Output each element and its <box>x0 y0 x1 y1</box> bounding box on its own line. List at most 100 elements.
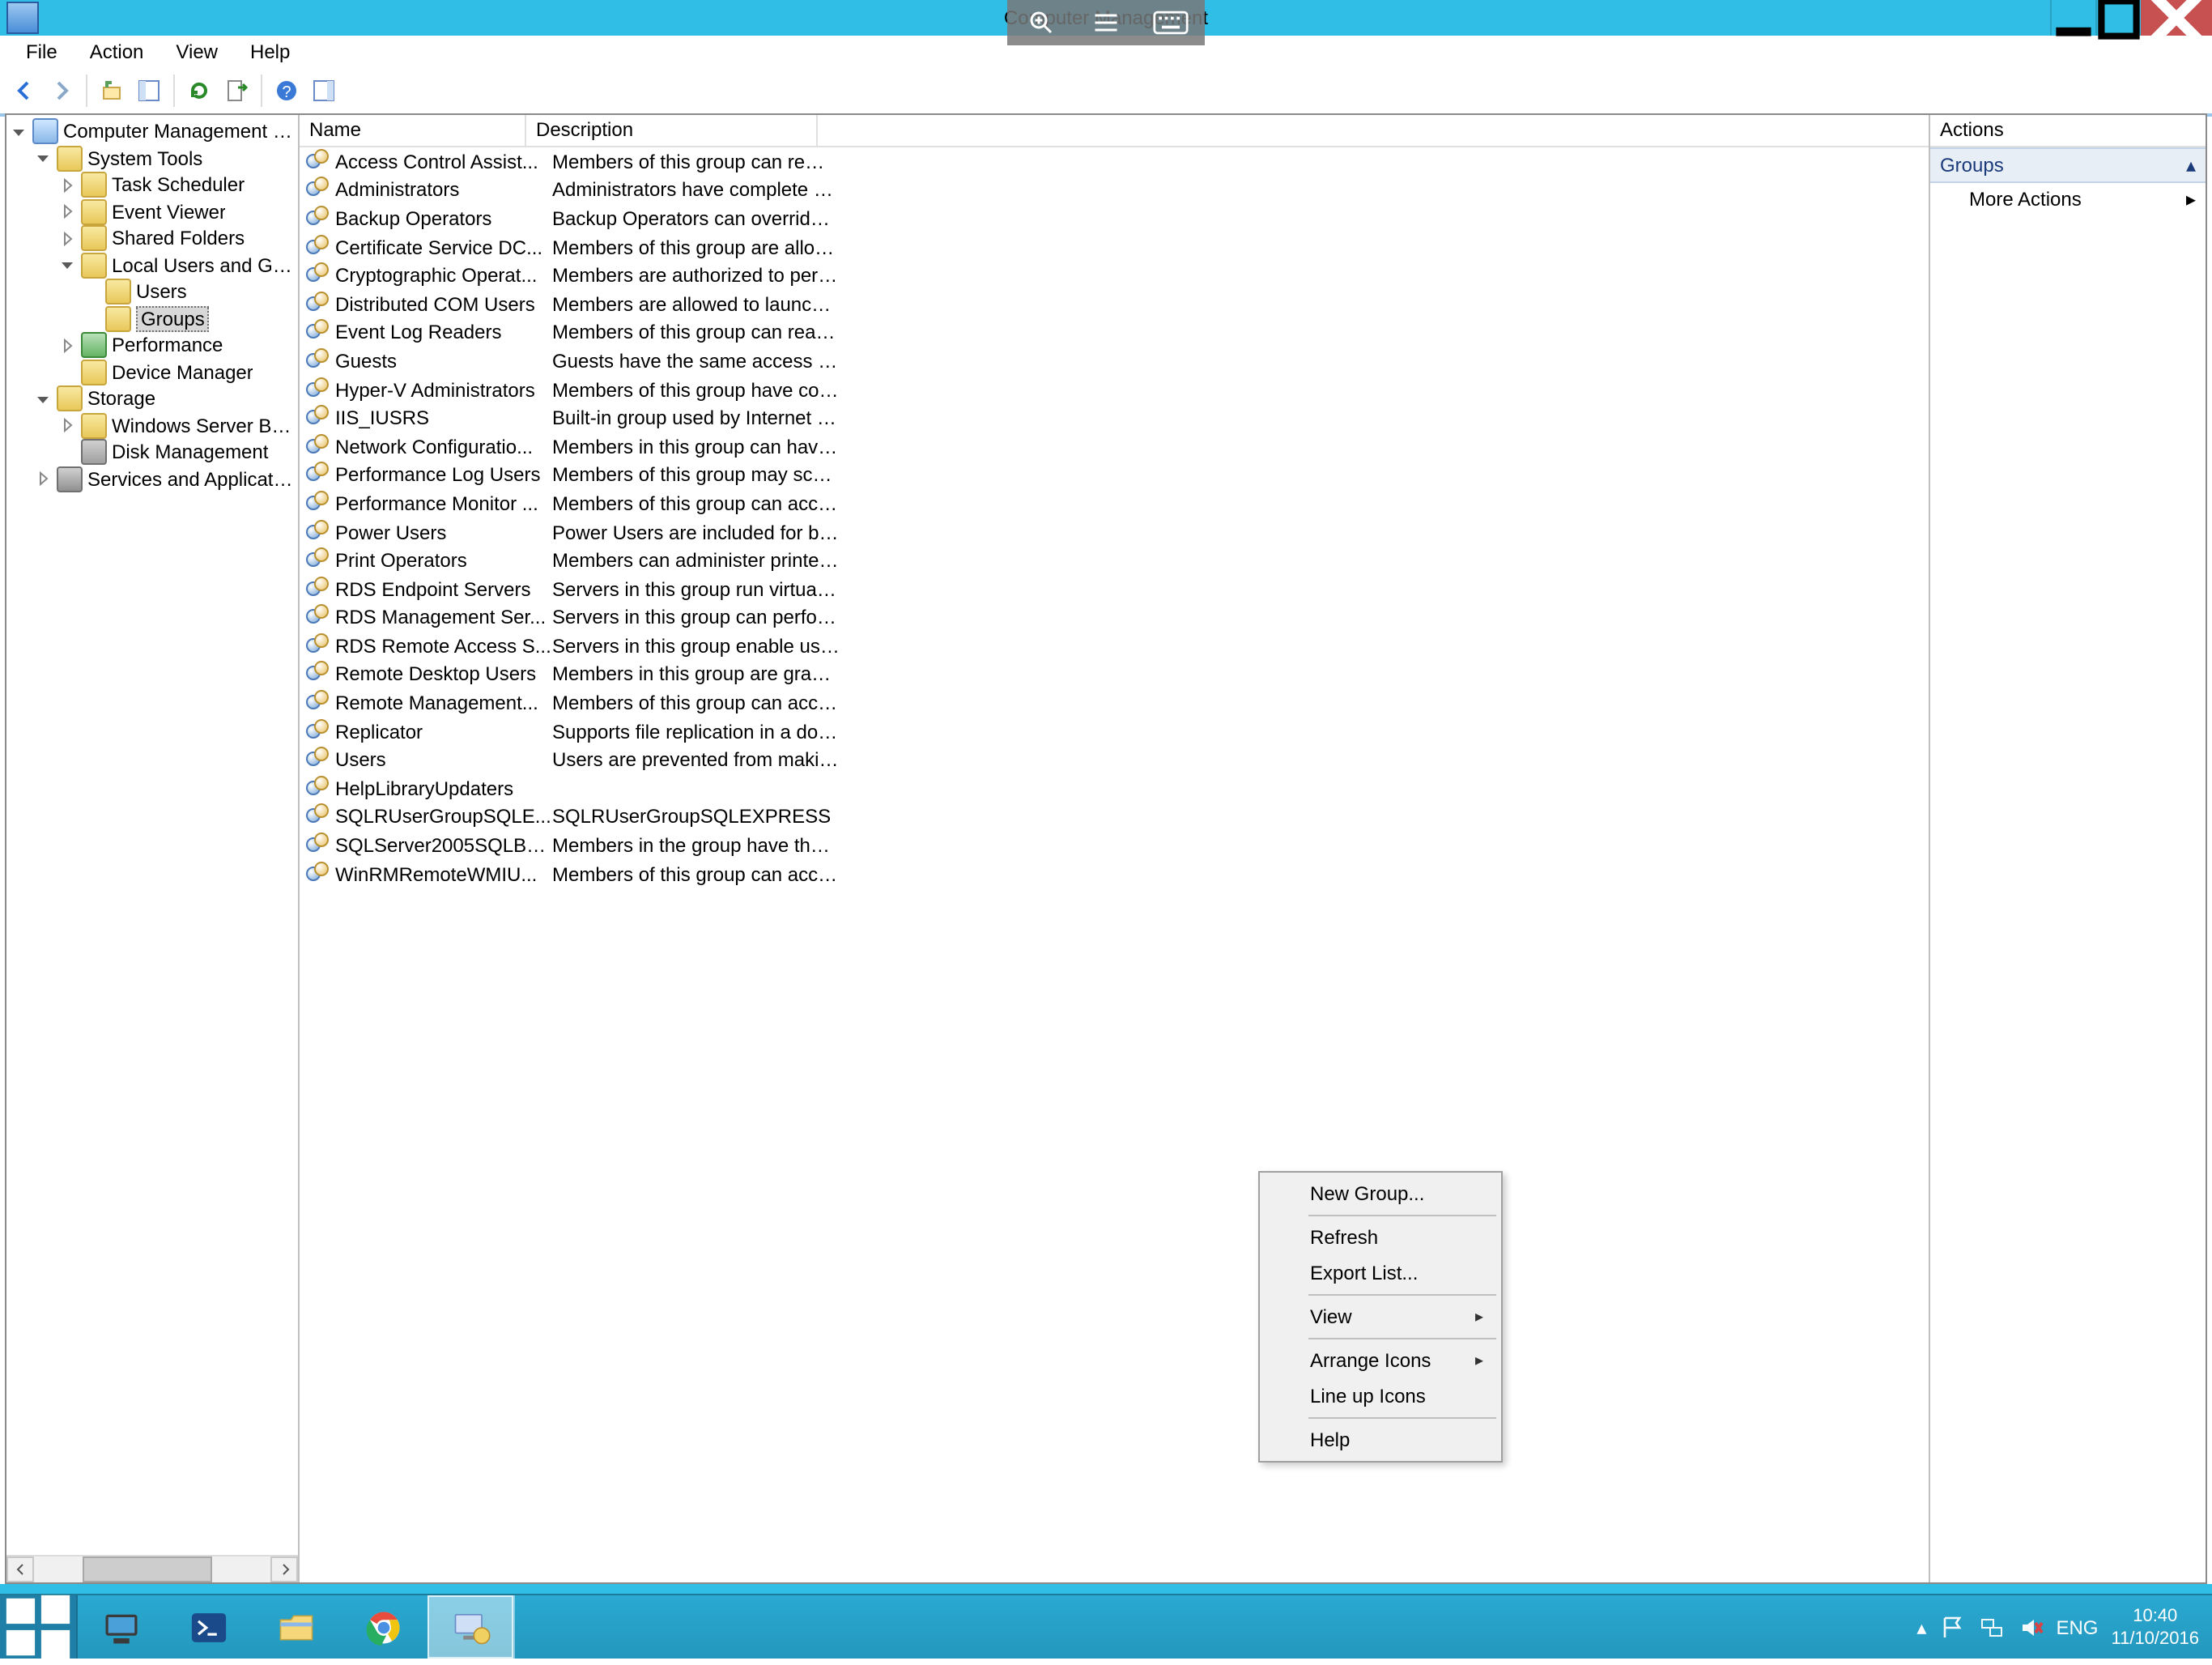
expand-icon[interactable] <box>58 337 76 355</box>
refresh-button[interactable] <box>181 72 217 108</box>
column-header-name[interactable]: Name <box>300 115 526 146</box>
list-row[interactable]: Backup OperatorsBackup Operators can ove… <box>300 204 1929 232</box>
task-powershell[interactable] <box>165 1595 253 1659</box>
tray-clock[interactable]: 10:40 11/10/2016 <box>2112 1604 2203 1650</box>
list-pane[interactable]: Name Description Access Control Assist..… <box>300 115 1930 1582</box>
tree-node[interactable]: Shared Folders <box>6 225 298 252</box>
zoom-icon[interactable] <box>1023 8 1059 37</box>
scroll-track[interactable] <box>34 1556 270 1582</box>
tree-node[interactable]: Task Scheduler <box>6 172 298 198</box>
tree-root[interactable]: Computer Management (Local) <box>6 118 298 145</box>
tree-node[interactable]: Disk Management <box>6 439 298 466</box>
list-row[interactable]: Power UsersPower Users are included for … <box>300 517 1929 546</box>
list-row[interactable]: Performance Monitor ...Members of this g… <box>300 489 1929 517</box>
show-hide-tree-button[interactable] <box>131 72 167 108</box>
system-tray[interactable]: ▴ ENG 10:40 11/10/2016 <box>1907 1595 2212 1659</box>
context-menu-item[interactable]: Export List... <box>1263 1255 1498 1291</box>
tree-node[interactable]: Services and Applications <box>6 466 298 492</box>
expand-icon[interactable] <box>58 203 76 221</box>
forward-button[interactable] <box>44 72 79 108</box>
tree-node[interactable]: Performance <box>6 332 298 359</box>
list-body[interactable]: Access Control Assist...Members of this … <box>300 147 1929 1582</box>
list-row[interactable]: SQLServer2005SQLBro...Members in the gro… <box>300 832 1929 860</box>
collapse-icon[interactable] <box>34 390 52 408</box>
list-row[interactable]: Event Log ReadersMembers of this group c… <box>300 318 1929 347</box>
minimize-button[interactable] <box>2050 0 2095 36</box>
network-icon[interactable] <box>1978 1614 2004 1640</box>
flag-icon[interactable] <box>1939 1614 1965 1640</box>
menu-file[interactable]: File <box>10 36 74 66</box>
list-row[interactable]: Remote Management...Members of this grou… <box>300 689 1929 718</box>
menu-action[interactable]: Action <box>74 36 160 66</box>
tree-node[interactable]: Groups <box>6 305 298 332</box>
tree-node[interactable]: Windows Server Backup <box>6 412 298 439</box>
menu-icon[interactable] <box>1088 8 1124 37</box>
tree-node[interactable]: Users <box>6 279 298 305</box>
help-button[interactable]: ? <box>269 72 304 108</box>
menu-view[interactable]: View <box>160 36 234 66</box>
list-row[interactable]: RDS Management Ser...Servers in this gro… <box>300 603 1929 632</box>
list-row[interactable]: Print OperatorsMembers can administer pr… <box>300 547 1929 575</box>
scroll-left-button[interactable] <box>6 1556 34 1582</box>
collapse-icon[interactable] <box>10 123 28 141</box>
export-button[interactable] <box>219 72 254 108</box>
expand-icon[interactable] <box>58 230 76 248</box>
collapse-icon[interactable] <box>34 150 52 168</box>
list-row[interactable]: Cryptographic Operat...Members are autho… <box>300 262 1929 290</box>
list-row[interactable]: IIS_IUSRSBuilt-in group used by Internet… <box>300 404 1929 432</box>
context-menu-item[interactable]: Line up Icons <box>1263 1378 1498 1414</box>
task-chrome[interactable] <box>340 1595 428 1659</box>
collapse-icon[interactable] <box>58 257 76 275</box>
list-row[interactable]: Hyper-V AdministratorsMembers of this gr… <box>300 376 1929 404</box>
show-hide-action-pane-button[interactable] <box>306 72 342 108</box>
tray-chevron-icon[interactable]: ▴ <box>1916 1616 1926 1638</box>
tree-node[interactable]: Local Users and Groups <box>6 252 298 279</box>
context-menu-item[interactable]: Arrange Icons <box>1263 1343 1498 1378</box>
tree-node[interactable]: System Tools <box>6 145 298 172</box>
expand-icon[interactable] <box>58 417 76 435</box>
task-file-explorer[interactable] <box>253 1595 340 1659</box>
list-row[interactable]: Distributed COM UsersMembers are allowed… <box>300 290 1929 318</box>
list-row[interactable]: Access Control Assist...Members of this … <box>300 147 1929 176</box>
list-row[interactable]: Remote Desktop UsersMembers in this grou… <box>300 660 1929 688</box>
context-menu-item[interactable]: Help <box>1263 1422 1498 1458</box>
list-row[interactable]: GuestsGuests have the same access as m..… <box>300 347 1929 375</box>
context-menu[interactable]: New Group...RefreshExport List...ViewArr… <box>1258 1171 1503 1463</box>
scroll-thumb[interactable] <box>83 1556 212 1582</box>
expand-icon[interactable] <box>58 177 76 194</box>
up-button[interactable] <box>94 72 130 108</box>
list-row[interactable]: WinRMRemoteWMIU...Members of this group … <box>300 860 1929 888</box>
close-button[interactable] <box>2141 0 2212 36</box>
column-header-description[interactable]: Description <box>526 115 818 146</box>
list-row[interactable]: HelpLibraryUpdaters <box>300 774 1929 803</box>
task-server-manager[interactable] <box>78 1595 165 1659</box>
task-computer-management[interactable] <box>428 1595 515 1659</box>
context-menu-item[interactable]: Refresh <box>1263 1220 1498 1255</box>
list-row[interactable]: UsersUsers are prevented from making ... <box>300 746 1929 774</box>
list-row[interactable]: ReplicatorSupports file replication in a… <box>300 718 1929 746</box>
volume-icon[interactable] <box>2017 1614 2043 1640</box>
list-row[interactable]: Certificate Service DC...Members of this… <box>300 233 1929 262</box>
expand-icon[interactable] <box>34 471 52 488</box>
tree-horizontal-scrollbar[interactable] <box>6 1555 298 1582</box>
tree-node[interactable]: Device Manager <box>6 359 298 385</box>
list-row[interactable]: RDS Remote Access S...Servers in this gr… <box>300 632 1929 660</box>
start-button[interactable] <box>0 1595 78 1659</box>
actions-more-actions[interactable]: More Actions ▸ <box>1930 183 2206 215</box>
tray-language[interactable]: ENG <box>2056 1616 2098 1638</box>
context-menu-item[interactable]: New Group... <box>1263 1176 1498 1211</box>
tree-node[interactable]: Storage <box>6 385 298 412</box>
session-overlay-toolbar[interactable] <box>1007 0 1205 45</box>
maximize-button[interactable] <box>2095 0 2141 36</box>
console-tree[interactable]: Computer Management (Local)System ToolsT… <box>6 115 298 1555</box>
actions-group-header[interactable]: Groups ▴ <box>1930 147 2206 183</box>
tree-node[interactable]: Event Viewer <box>6 198 298 225</box>
taskbar[interactable]: ▴ ENG 10:40 11/10/2016 <box>0 1594 2212 1659</box>
list-row[interactable]: Performance Log UsersMembers of this gro… <box>300 461 1929 489</box>
list-row[interactable]: RDS Endpoint ServersServers in this grou… <box>300 575 1929 603</box>
back-button[interactable] <box>6 72 42 108</box>
scroll-right-button[interactable] <box>270 1556 298 1582</box>
list-row[interactable]: AdministratorsAdministrators have comple… <box>300 176 1929 204</box>
menu-help[interactable]: Help <box>234 36 306 66</box>
list-row[interactable]: Network Configuratio...Members in this g… <box>300 432 1929 461</box>
